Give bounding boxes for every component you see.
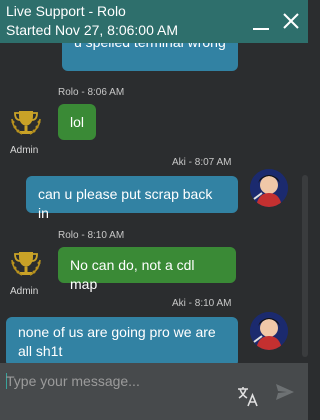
trophy-laurel-icon: [11, 252, 41, 276]
user-message-bubble: none of us are going pro we are all sh1t: [6, 317, 238, 363]
user-avatar: [250, 169, 288, 207]
message-composer: [0, 363, 308, 420]
close-button[interactable]: [280, 8, 302, 34]
scrollbar-thumb[interactable]: [302, 175, 308, 357]
admin-avatar: [8, 105, 44, 141]
user-message-bubble: can u please put scrap back in: [26, 176, 238, 221]
minimize-icon: [253, 28, 269, 30]
close-icon: [283, 13, 299, 29]
message-list[interactable]: u spelled terminal wrong Rolo - 8:06 AM …: [0, 43, 308, 363]
agent-message-bubble: lol: [58, 104, 96, 140]
chat-header: Live Support - Rolo Started Nov 27, 8:06…: [0, 0, 308, 43]
message-text: lol: [70, 114, 85, 130]
minimize-button[interactable]: [250, 8, 272, 34]
message-text: can u please put scrap back in: [38, 186, 213, 221]
admin-role-label: Admin: [10, 145, 39, 156]
send-button[interactable]: [274, 381, 296, 403]
user-message-bubble: u spelled terminal wrong: [62, 43, 238, 71]
user-avatar: [250, 312, 288, 350]
message-meta: Rolo - 8:06 AM: [58, 87, 125, 98]
agent-message-bubble: No can do, not a cdl map: [58, 247, 236, 292]
message-meta: Aki - 8:10 AM: [172, 298, 232, 309]
user-avatar-icon: [250, 312, 288, 350]
admin-role-label: Admin: [10, 286, 39, 297]
admin-avatar: [8, 246, 44, 282]
message-input[interactable]: [4, 371, 226, 391]
trophy-laurel-icon: [11, 111, 41, 135]
user-avatar-icon: [250, 169, 288, 207]
chat-started-time: Started Nov 27, 8:06:00 AM: [6, 22, 178, 38]
chat-title: Live Support - Rolo: [6, 3, 126, 19]
message-meta: Rolo - 8:10 AM: [58, 230, 125, 241]
send-icon: [276, 384, 294, 400]
message-meta: Aki - 8:07 AM: [172, 157, 232, 168]
message-text-line: all sh1t: [18, 343, 63, 359]
message-text-line: none of us are going pro we are: [18, 324, 216, 340]
message-text: No can do, not a cdl map: [70, 257, 195, 292]
translate-button[interactable]: [236, 384, 260, 408]
message-text: u spelled terminal wrong: [74, 43, 226, 52]
translate-icon: [238, 387, 258, 407]
